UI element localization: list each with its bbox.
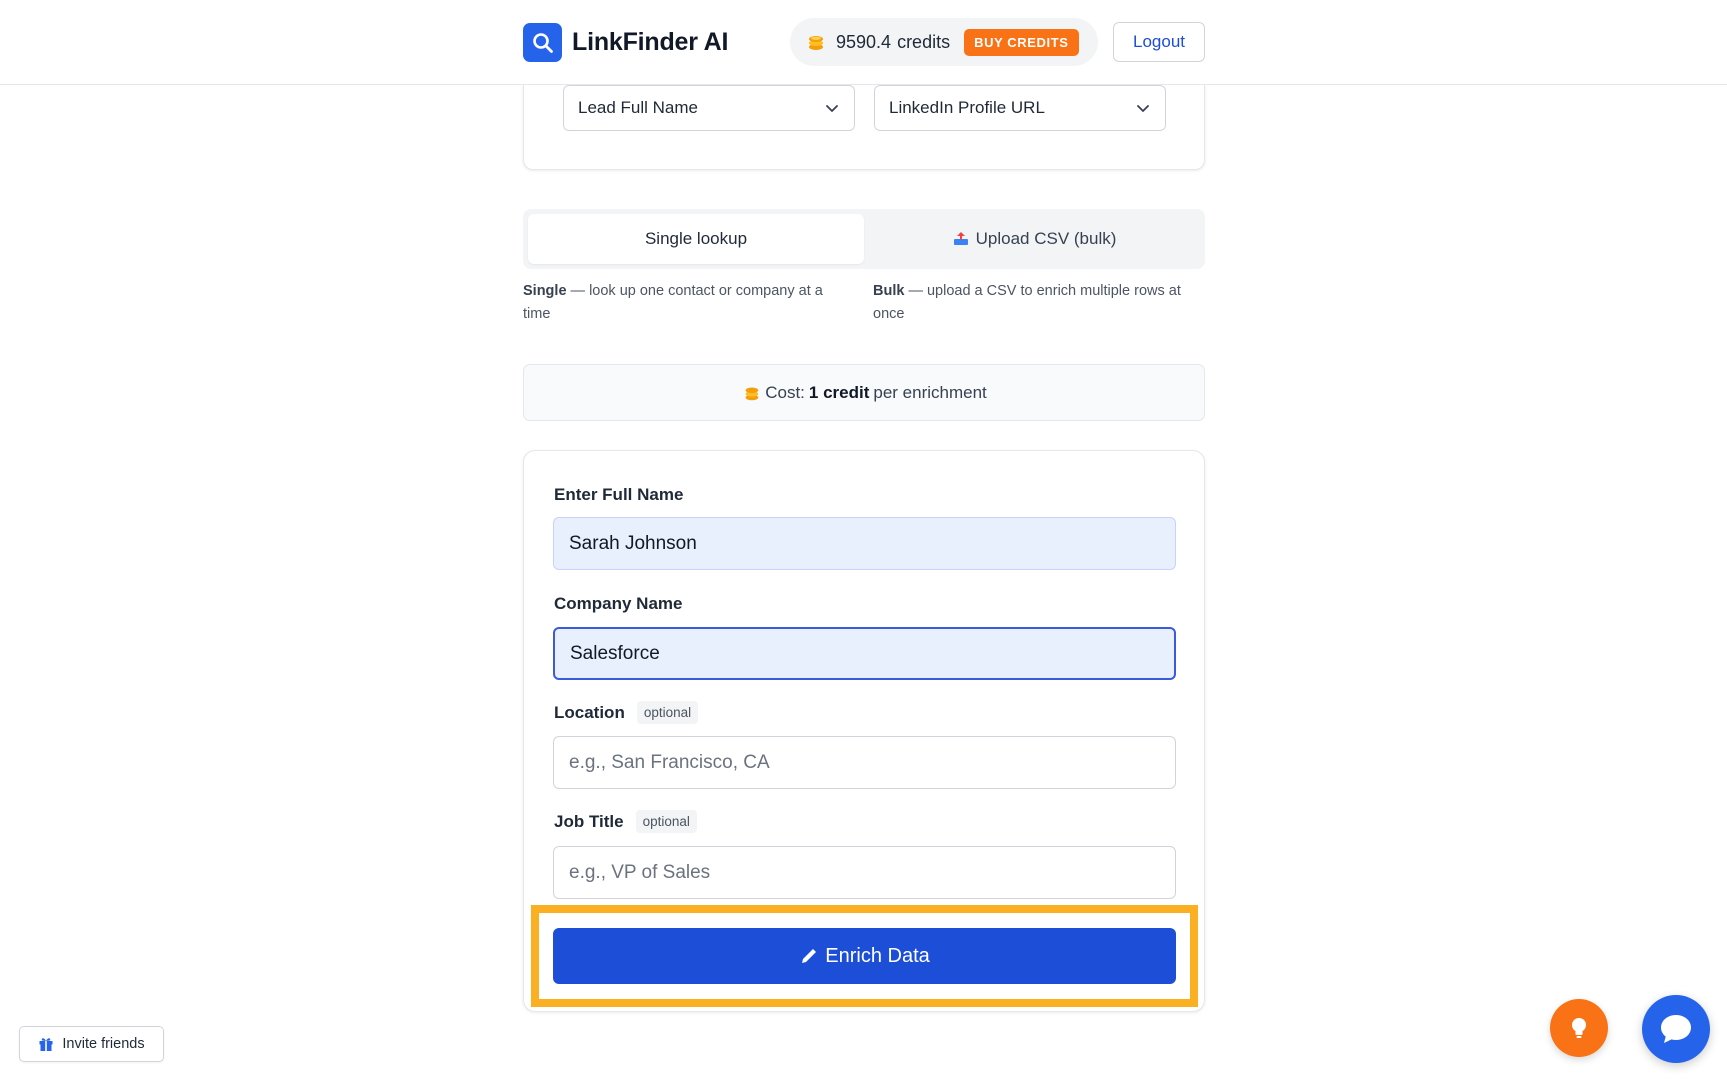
name-column-select-value: Lead Full Name	[578, 98, 699, 117]
chat-bubble-icon	[1661, 1015, 1691, 1043]
cost-suffix: per enrichment	[873, 382, 987, 402]
cost-banner: Cost: 1 credit per enrichment	[523, 364, 1205, 421]
lookup-mode-tabs: Single lookup Upload CSV (bulk)	[523, 209, 1205, 269]
tab-upload-csv-label: Upload CSV (bulk)	[975, 229, 1117, 248]
cost-amount: 1 credit	[808, 382, 870, 402]
linkedin-column-select-value: LinkedIn Profile URL	[889, 98, 1045, 117]
location-label-row: Location optional	[554, 701, 699, 724]
gift-icon	[39, 1038, 53, 1051]
linkedin-column-select[interactable]: LinkedIn Profile URL	[874, 85, 1166, 131]
buy-credits-button[interactable]: BUY CREDITS	[964, 28, 1079, 56]
brand[interactable]: LinkFinder AI	[523, 23, 728, 62]
full-name-label: Enter Full Name	[554, 485, 684, 504]
credits-label: credits	[897, 31, 951, 52]
enrich-data-label: Enrich Data	[825, 944, 930, 967]
company-name-label: Company Name	[554, 594, 683, 613]
optional-badge: optional	[636, 701, 699, 724]
job-title-label-row: Job Title optional	[554, 810, 697, 833]
cost-prefix: Cost:	[765, 382, 805, 402]
brand-name: LinkFinder AI	[572, 28, 729, 56]
tab-single-lookup[interactable]: Single lookup	[528, 214, 864, 264]
bulk-description-title: Bulk	[873, 283, 905, 299]
chevron-down-icon	[826, 105, 838, 112]
invite-friends-button[interactable]: Invite friends	[19, 1026, 164, 1062]
upload-tray-icon	[953, 232, 968, 245]
credits-value: 9590.4	[836, 31, 892, 52]
tips-button[interactable]	[1550, 999, 1608, 1057]
enrichment-form: Enter Full Name Company Name Location op…	[523, 450, 1205, 1012]
company-name-input[interactable]	[553, 627, 1176, 680]
single-description-title: Single	[523, 283, 567, 299]
chevron-down-icon	[1137, 105, 1149, 112]
logout-button[interactable]: Logout	[1113, 22, 1205, 62]
full-name-input[interactable]	[553, 517, 1176, 570]
coins-icon	[745, 387, 759, 400]
single-description: Single — look up one contact or company …	[523, 280, 853, 326]
name-column-select[interactable]: Lead Full Name	[563, 85, 855, 131]
optional-badge: optional	[635, 810, 697, 833]
single-description-text: — look up one contact or company at a ti…	[523, 283, 823, 322]
location-label: Location	[554, 702, 625, 722]
job-title-label: Job Title	[554, 811, 624, 831]
bulk-description-text: — upload a CSV to enrich multiple rows a…	[873, 283, 1181, 322]
top-navigation-bar: LinkFinder AI 9590.4 credits BUY CREDITS…	[0, 0, 1727, 85]
invite-friends-label: Invite friends	[62, 1036, 145, 1052]
tab-upload-csv[interactable]: Upload CSV (bulk)	[868, 214, 1200, 264]
job-title-input[interactable]	[553, 846, 1176, 899]
lightbulb-icon	[1572, 1018, 1586, 1038]
credits-indicator: 9590.4 credits BUY CREDITS	[790, 18, 1098, 66]
chat-button[interactable]	[1642, 995, 1710, 1063]
bulk-description: Bulk — upload a CSV to enrich multiple r…	[873, 280, 1203, 326]
enrich-data-button[interactable]: Enrich Data	[553, 928, 1176, 984]
search-icon	[523, 23, 562, 62]
pencil-icon	[802, 949, 817, 963]
coins-icon	[809, 36, 823, 50]
location-input[interactable]	[553, 736, 1176, 789]
